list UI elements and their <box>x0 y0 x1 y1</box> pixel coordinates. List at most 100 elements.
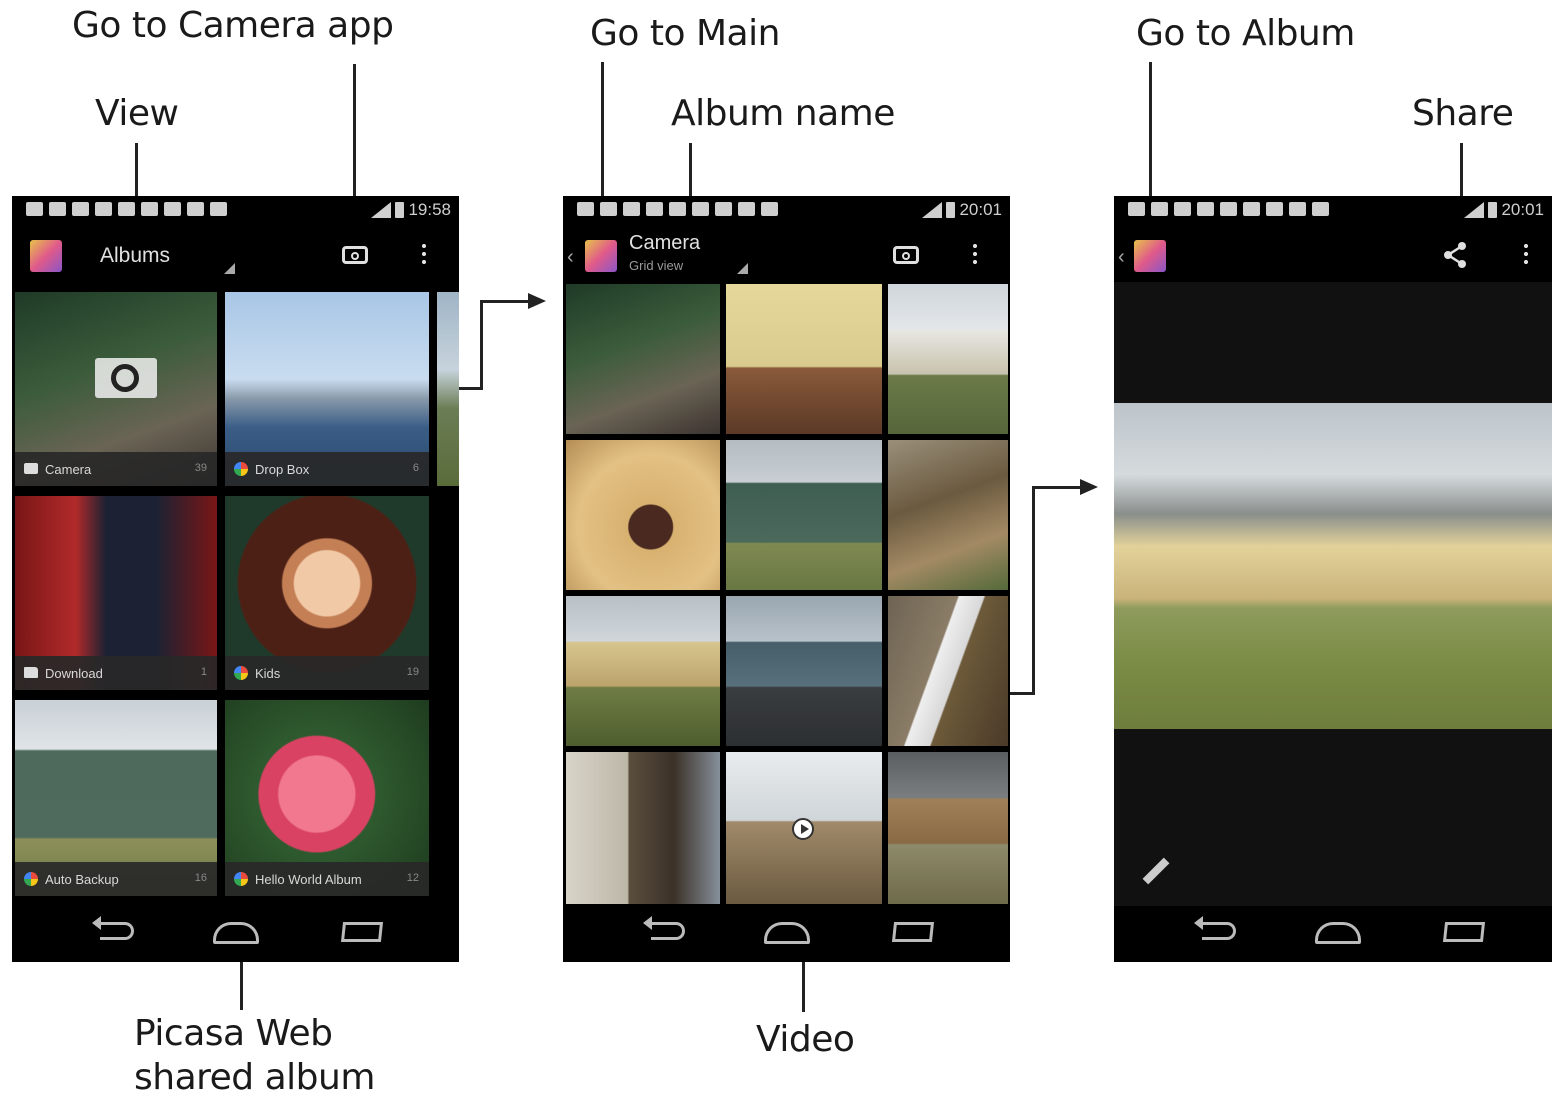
flow-arrow-1-head <box>528 293 546 309</box>
view-spinner-label[interactable]: Albums <box>100 244 170 268</box>
album-tile-download[interactable]: Download 1 <box>15 496 217 690</box>
navigation-bar <box>563 906 1010 962</box>
camera-icon[interactable] <box>893 246 919 264</box>
phone-screen-camera-grid: 20:01 ‹ Camera Grid view <box>563 196 1010 962</box>
camera-icon <box>24 463 38 474</box>
overflow-menu-icon[interactable] <box>973 242 977 266</box>
photo-thumbnail[interactable] <box>888 284 1008 434</box>
view-mode-label[interactable]: Grid view <box>629 258 683 273</box>
battery-icon <box>1488 202 1498 218</box>
signal-icon <box>1464 202 1485 218</box>
photo-thumbnail[interactable] <box>726 284 882 434</box>
back-icon[interactable] <box>1194 916 1236 940</box>
callout-share: Share <box>1412 93 1514 134</box>
album-count: 1 <box>200 666 207 678</box>
gallery-app-icon[interactable] <box>1134 240 1166 272</box>
flow-arrow-1-h2 <box>480 300 530 303</box>
picasa-icon <box>234 666 248 680</box>
action-bar: ‹ Camera Grid view <box>563 226 1010 282</box>
photo-thumbnail[interactable] <box>566 596 720 746</box>
flow-arrow-1-v <box>480 300 483 390</box>
home-icon[interactable] <box>764 922 810 944</box>
photo-thumbnail[interactable] <box>566 752 720 904</box>
album-label: Kids <box>255 666 281 681</box>
edit-button[interactable] <box>1126 844 1204 896</box>
notification-icons <box>1128 202 1329 216</box>
gallery-app-icon[interactable] <box>30 240 62 272</box>
album-label: Download <box>45 666 103 681</box>
battery-icon <box>946 202 956 218</box>
picasa-icon <box>234 872 248 886</box>
callout-album-name: Album name <box>671 93 895 134</box>
album-tile-kids[interactable]: Kids 19 <box>225 496 429 690</box>
signal-icon <box>922 202 943 218</box>
status-time: 20:01 <box>1501 200 1544 219</box>
gallery-app-icon[interactable] <box>585 240 617 272</box>
photo-thumbnail[interactable] <box>888 752 1008 904</box>
video-thumbnail[interactable] <box>726 752 882 904</box>
callout-video: Video <box>756 1019 855 1060</box>
flow-arrow-2-head <box>1080 479 1098 495</box>
album-label: Hello World Album <box>255 872 362 887</box>
photo-thumbnail[interactable] <box>888 440 1008 590</box>
status-bar: 20:01 <box>1114 196 1552 226</box>
status-time: 19:58 <box>408 200 451 219</box>
album-label: Drop Box <box>255 462 310 477</box>
recent-apps-icon[interactable] <box>340 922 384 942</box>
album-title: Camera <box>629 232 701 254</box>
camera-shutter-icon <box>95 358 157 398</box>
recent-apps-icon[interactable] <box>1442 922 1486 942</box>
album-tile-hello-world-album[interactable]: Hello World Album 12 <box>225 700 429 896</box>
picasa-icon <box>24 872 38 886</box>
back-icon[interactable] <box>92 916 134 940</box>
album-count: 12 <box>406 872 419 884</box>
action-bar: ‹ <box>1114 226 1552 282</box>
album-tile-camera[interactable]: Camera 39 <box>15 292 217 486</box>
home-icon[interactable] <box>1315 922 1361 944</box>
flow-arrow-2-h2 <box>1032 486 1082 489</box>
photo-thumbnail[interactable] <box>726 596 882 746</box>
full-photo[interactable] <box>1114 403 1552 729</box>
status-time: 20:01 <box>959 200 1002 219</box>
share-icon[interactable] <box>1440 240 1470 270</box>
navigation-bar <box>12 906 459 962</box>
phone-screen-albums: 19:58 Albums Camera 39 Drop Box 6 Download… <box>12 196 459 962</box>
home-icon[interactable] <box>213 922 259 944</box>
navigation-bar <box>1114 906 1552 962</box>
album-count: 19 <box>406 666 419 678</box>
pencil-icon <box>1142 857 1170 885</box>
album-tile-auto-backup[interactable]: Auto Backup 16 <box>15 700 217 896</box>
flow-arrow-2-v <box>1032 486 1035 695</box>
signal-icon <box>371 202 392 218</box>
album-count: 39 <box>194 462 207 474</box>
play-icon <box>792 818 814 840</box>
up-chevron-icon[interactable]: ‹ <box>567 246 574 269</box>
album-label: Camera <box>45 462 92 477</box>
album-tile-partial[interactable] <box>437 292 459 486</box>
photo-thumbnail[interactable] <box>726 440 882 590</box>
album-tile-drop-box[interactable]: Drop Box 6 <box>225 292 429 486</box>
callout-go-to-camera-app: Go to Camera app <box>72 5 394 46</box>
recent-apps-icon[interactable] <box>891 922 935 942</box>
back-icon[interactable] <box>643 916 685 940</box>
photo-thumbnail[interactable] <box>566 284 720 434</box>
photo-thumbnail[interactable] <box>566 440 720 590</box>
album-count: 16 <box>194 872 207 884</box>
view-spinner-arrow-icon[interactable] <box>737 263 748 274</box>
photo-thumbnail[interactable] <box>888 596 1008 746</box>
status-bar: 19:58 <box>12 196 459 226</box>
callout-go-to-album: Go to Album <box>1136 13 1355 54</box>
overflow-menu-icon[interactable] <box>1524 242 1528 266</box>
picasa-icon <box>234 462 248 476</box>
notification-icons <box>26 202 227 216</box>
camera-icon[interactable] <box>342 246 368 264</box>
battery-icon <box>395 202 405 218</box>
phone-screen-photo-view: 20:01 ‹ <box>1114 196 1552 962</box>
view-spinner-arrow-icon[interactable] <box>224 263 235 274</box>
notification-icons <box>577 202 778 216</box>
callout-view: View <box>95 93 179 134</box>
callout-go-to-main: Go to Main <box>590 13 780 54</box>
folder-icon <box>24 667 38 678</box>
up-chevron-icon[interactable]: ‹ <box>1118 246 1125 269</box>
overflow-menu-icon[interactable] <box>422 242 426 266</box>
